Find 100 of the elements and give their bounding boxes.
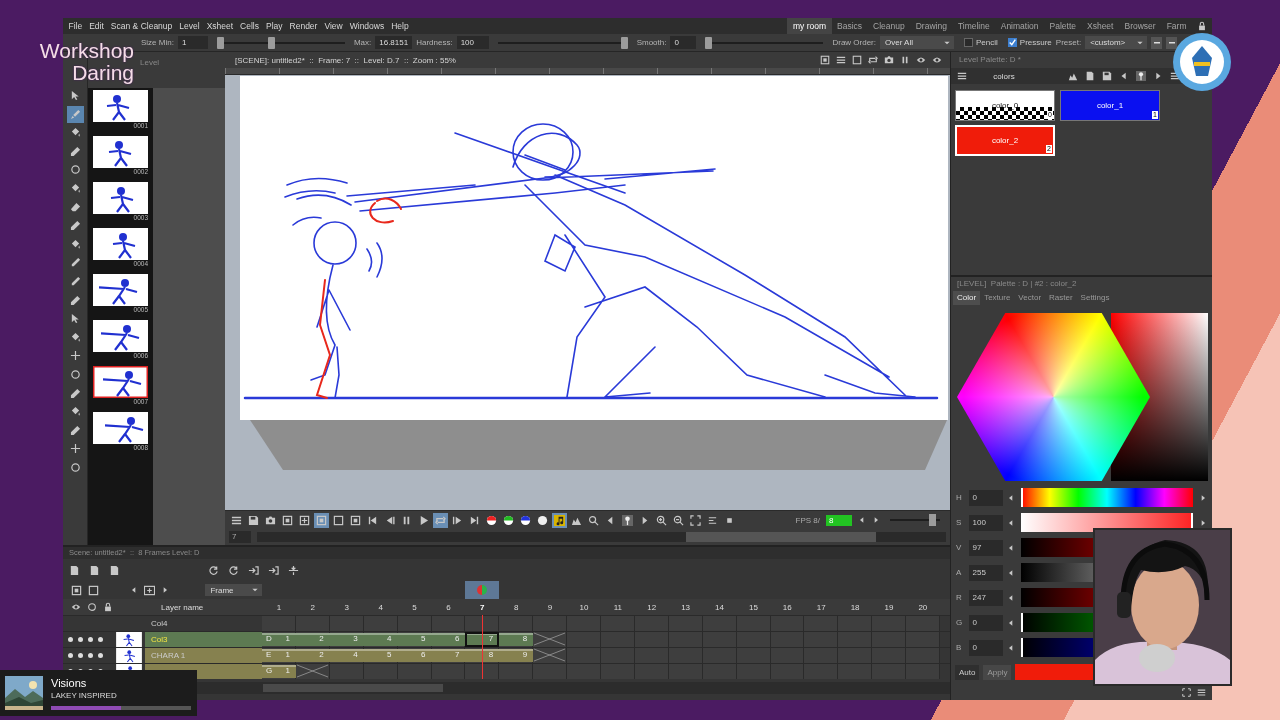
cell-value[interactable]: 6 [454,632,466,647]
layer-name[interactable]: Col4 [145,616,262,631]
tab[interactable]: Texture [980,291,1015,305]
channel-label: A [956,568,963,577]
cell-value[interactable]: 3 [353,632,364,647]
cell-value[interactable]: 5 [387,648,398,663]
panel-title: Level Palette: D * [958,54,1022,66]
frame-number: 9 [546,602,554,612]
cell-value[interactable]: 8 [522,632,534,647]
frame-number: 1 [275,602,283,612]
panel-title: [LEVEL] Palette : D | #2 : color_2 [956,278,1078,290]
cell-value[interactable]: 4 [353,648,364,663]
input-field[interactable]: 100 [968,514,1003,531]
frame-number: 4 [377,602,384,612]
frame-number: 16 [781,602,793,612]
tab[interactable]: Settings [1076,291,1114,305]
room-tab[interactable]: Drawing [910,18,953,34]
track-title: Visions [51,676,88,689]
input-field[interactable]: 1 [177,36,208,49]
overlay-title: Workshop Daring [38,40,134,84]
tab[interactable]: Raster [1045,291,1077,305]
field-label: Smooth: [636,38,667,47]
input-field[interactable]: 0 [968,639,1003,656]
frame-number: 15 [747,602,759,612]
menu-item[interactable]: File [65,21,86,31]
dropdown[interactable]: <custom> [1085,36,1148,49]
input-field[interactable]: 100 [456,36,489,49]
cell-value[interactable]: 8 [488,648,500,663]
channel-label: R [956,593,963,602]
menu-item[interactable]: Render [286,21,321,31]
room-tab[interactable]: Animation [995,18,1045,34]
channel-label: B [956,643,963,652]
cell-value[interactable]: 9 [522,648,534,663]
input-field[interactable]: 16.8151 [375,36,413,49]
room-tab[interactable]: Browser [1118,18,1162,34]
cell-value[interactable]: 5 [421,632,432,647]
menu-item[interactable]: Level [175,21,204,31]
room-tab[interactable]: Farm [1161,18,1192,34]
menu-item[interactable]: Edit [85,21,108,31]
frame-number: 3 [343,602,350,612]
input-field[interactable]: 255 [968,564,1003,581]
tab[interactable]: Color [953,291,981,305]
frame-number: 6 [445,602,452,612]
frame-number: 11 [612,602,623,612]
checkbox[interactable]: Pencil [964,38,998,47]
frame-number: 5 [411,602,418,612]
page-tab[interactable]: colors [974,71,1034,81]
track-artist: LAKEY INSPIRED [51,690,118,700]
room-tab[interactable]: Basics [831,18,868,34]
channel-label: H [956,493,963,502]
menu-item[interactable]: Cells [236,21,263,31]
input-field[interactable]: 247 [968,589,1003,606]
menu-item[interactable]: Help [387,21,413,31]
input-field[interactable]: 0 [968,614,1003,631]
frame-number: 17 [815,602,827,612]
room-tab[interactable]: Cleanup [867,18,911,34]
menu-item[interactable]: View [320,21,347,31]
viewer-title: [SCENE]: untitled2* :: Frame: 7 :: Level: D.7 :: Zoom : 55% [235,55,457,65]
menu-item[interactable]: Scan & Cleanup [107,21,176,31]
checkbox[interactable]: Pressure [1007,38,1052,47]
cell-value[interactable]: 1 [285,648,296,663]
input-field[interactable]: 0 [968,489,1003,506]
input-field[interactable]: 0 [670,36,697,49]
frame-number: 20 [917,602,929,612]
channel-label: V [956,543,963,552]
menu-item[interactable]: Windows [346,21,388,31]
column-header: Layer name [161,602,204,612]
frame-number: 13 [680,602,692,612]
dropdown[interactable]: Over All [880,36,954,49]
field-label: Size Min: [141,38,174,47]
channel-label: S [956,518,963,527]
frame-number: 10 [578,602,590,612]
room-tab[interactable]: Palette [1044,18,1082,34]
auto-button[interactable]: Auto [955,664,980,680]
fps-label: FPS 8/ [795,515,820,525]
room-tab[interactable]: Timeline [952,18,996,34]
frame-number: 12 [646,602,658,612]
cell-value[interactable]: 1 [285,664,296,679]
cell-value[interactable]: 4 [387,632,398,647]
panel-title: Level [140,58,160,67]
cell-value[interactable]: 7 [454,648,466,663]
field-label: Max: [353,38,372,47]
menu-item[interactable]: Play [262,21,287,31]
tab[interactable]: Vector [1014,291,1046,305]
cell-value[interactable]: 1 [285,632,296,647]
cell-value[interactable]: 2 [319,632,330,647]
frame-field[interactable]: 7 [229,531,251,543]
menu-item[interactable]: Xsheet [203,21,237,31]
frame-number: 14 [714,602,725,612]
room-tab[interactable]: Xsheet [1081,18,1119,34]
room-tab[interactable]: my room [787,18,832,34]
input-field[interactable]: 97 [968,539,1003,556]
field-label: Preset: [1055,38,1082,47]
frame-number: 18 [849,602,861,612]
level-name: D [265,633,272,645]
dropdown[interactable]: Frame [205,584,262,596]
layer-name[interactable]: Col3 [145,632,262,647]
cell-value[interactable]: 2 [319,648,330,663]
frame-number: 7 [479,602,486,612]
cell-value[interactable]: 6 [421,648,432,663]
